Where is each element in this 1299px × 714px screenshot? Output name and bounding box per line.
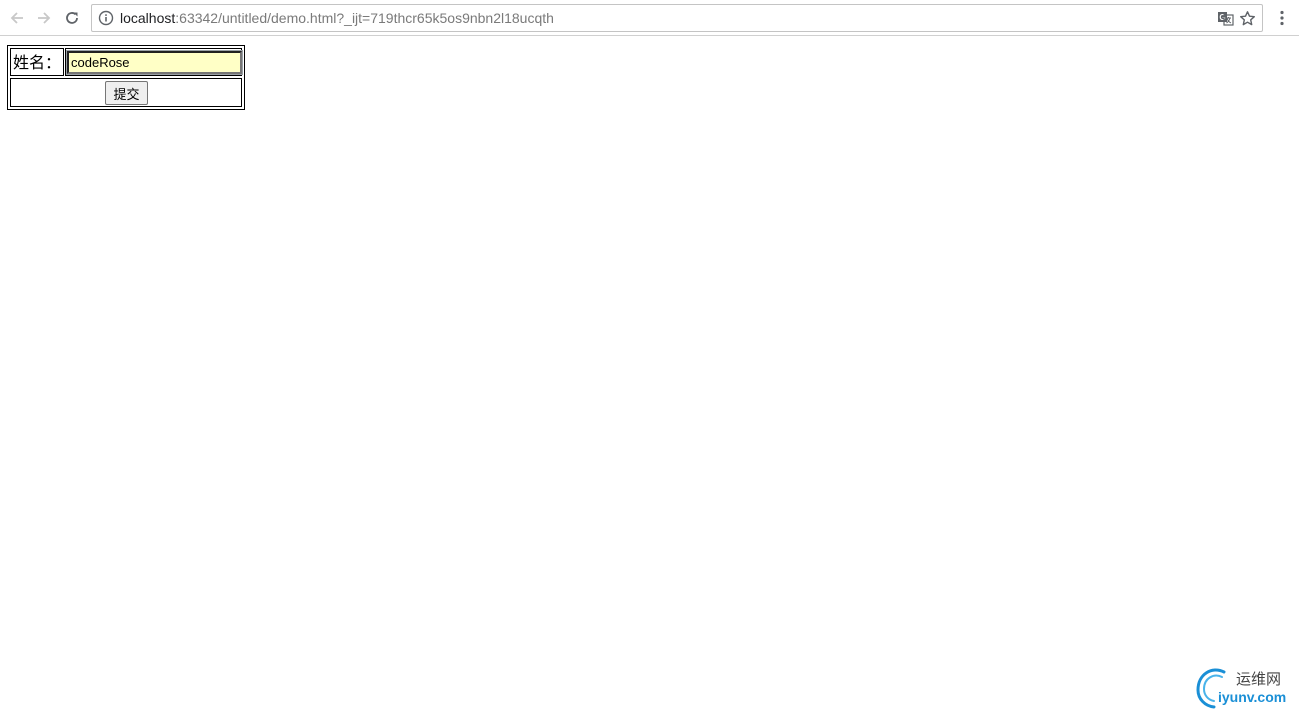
translate-icon[interactable]: G [1217, 10, 1234, 27]
submit-cell: 提交 [10, 78, 242, 107]
forward-button[interactable] [33, 7, 55, 29]
info-icon[interactable] [98, 10, 114, 26]
name-input-cell [65, 48, 243, 76]
kebab-menu-icon[interactable] [1274, 8, 1290, 28]
reload-button[interactable] [61, 7, 83, 29]
address-bar[interactable]: localhost:63342/untitled/demo.html?_ijt=… [91, 4, 1263, 32]
svg-text:G: G [1219, 13, 1225, 22]
watermark-cn-text: 运维网 [1236, 670, 1282, 688]
url-text[interactable]: localhost:63342/untitled/demo.html?_ijt=… [120, 10, 554, 27]
star-icon[interactable] [1239, 10, 1256, 27]
arrow-right-icon [38, 12, 51, 24]
watermark-en-text: iyunv.com [1218, 689, 1287, 705]
url-host: localhost [120, 10, 176, 26]
url-path: :63342/untitled/demo.html?_ijt=719thcr65… [175, 10, 554, 26]
name-label-cell: 姓名： [10, 48, 64, 76]
watermark-logo: 运维网 iyunv.com [1194, 666, 1298, 710]
arrow-left-icon [10, 12, 23, 24]
form-table: 姓名： 提交 [7, 45, 245, 110]
browser-toolbar: localhost:63342/untitled/demo.html?_ijt=… [0, 0, 1299, 36]
back-button[interactable] [6, 7, 28, 29]
reload-icon [66, 12, 78, 24]
submit-button[interactable]: 提交 [105, 81, 148, 105]
name-label: 姓名： [13, 53, 62, 72]
name-input[interactable] [66, 50, 243, 75]
